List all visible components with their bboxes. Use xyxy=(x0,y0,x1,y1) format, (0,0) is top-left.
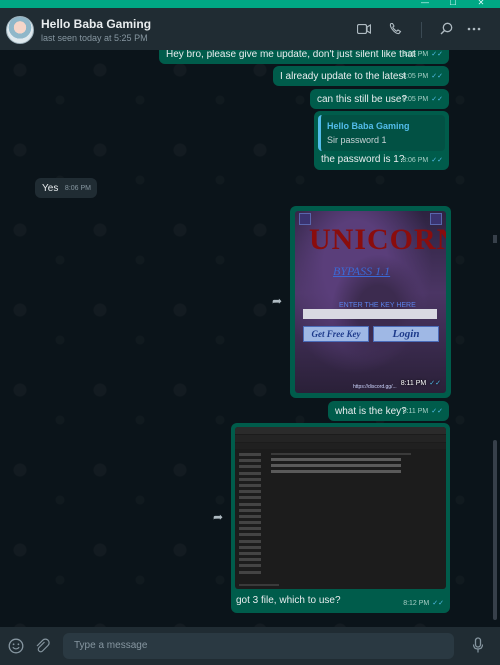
message-meta: 8:06 PM ✓✓ xyxy=(402,154,443,167)
message-meta: 8:05 PM ✓✓ xyxy=(402,70,443,83)
message-time: 8:11 PM xyxy=(402,408,429,415)
read-receipt-icon: ✓✓ xyxy=(431,96,443,103)
image-decoration xyxy=(239,584,279,586)
message-bubble[interactable]: I already update to the latest 8:05 PM ✓✓ xyxy=(273,66,449,86)
quoted-message[interactable]: Hello Baba Gaming Sir password 1 xyxy=(318,115,445,151)
read-receipt-icon: ✓✓ xyxy=(431,408,443,415)
image-key-field xyxy=(303,309,437,319)
chat-header: Hello Baba Gaming last seen today at 5:2… xyxy=(0,8,500,51)
file-explorer-screenshot[interactable] xyxy=(235,427,446,589)
message-text: what is the key? xyxy=(335,406,407,417)
message-input[interactable]: Type a message xyxy=(63,633,454,659)
scrollbar-thumb[interactable] xyxy=(493,440,497,620)
image-caption: got 3 file, which to use? xyxy=(236,595,341,606)
image-message-bubble[interactable]: UNICORN BYPASS 1.1 ENTER THE KEY HERE Ge… xyxy=(290,206,451,398)
message-meta: 8:12 PM ✓✓ xyxy=(403,597,444,610)
video-call-icon[interactable] xyxy=(357,24,371,34)
unicorn-bypass-image[interactable]: UNICORN BYPASS 1.1 ENTER THE KEY HERE Ge… xyxy=(295,211,446,393)
message-bubble[interactable]: can this still be use? 8:05 PM ✓✓ xyxy=(310,89,449,109)
message-time: 8:06 PM xyxy=(402,157,429,164)
image-get-key-button: Get Free Key xyxy=(303,326,369,342)
attach-icon[interactable] xyxy=(35,638,51,654)
emoji-icon[interactable] xyxy=(8,638,24,654)
message-time: 8:05 PM xyxy=(402,96,429,103)
image-link-text: https://discord.gg/... xyxy=(353,384,397,390)
contact-name[interactable]: Hello Baba Gaming xyxy=(41,17,151,31)
message-bubble[interactable]: Hey bro, please give me update, don't ju… xyxy=(159,50,449,64)
message-meta: 8:05 PM ✓✓ xyxy=(402,93,443,106)
mic-icon[interactable] xyxy=(472,637,484,654)
image-message-bubble[interactable]: got 3 file, which to use? 8:12 PM ✓✓ xyxy=(231,423,450,613)
read-receipt-icon: ✓✓ xyxy=(431,73,443,80)
quoted-text: Sir password 1 xyxy=(327,135,387,145)
message-meta: 8:11 PM ✓✓ xyxy=(403,405,443,418)
message-bubble[interactable]: Yes 8:06 PM xyxy=(35,178,97,198)
message-bubble[interactable]: what is the key? 8:11 PM ✓✓ xyxy=(328,401,449,421)
image-decoration xyxy=(235,443,446,449)
message-text: Hey bro, please give me update, don't ju… xyxy=(166,50,416,60)
forward-icon[interactable]: ➦ xyxy=(209,508,227,526)
message-time: 8:12 PM xyxy=(403,600,430,607)
quoted-sender: Hello Baba Gaming xyxy=(327,121,410,131)
image-decoration xyxy=(235,435,446,442)
image-decoration xyxy=(271,453,411,476)
message-meta: 8:06 PM xyxy=(65,182,91,195)
search-icon[interactable] xyxy=(440,22,453,35)
scrollbar-marker xyxy=(493,235,497,243)
maximize-button[interactable]: ☐ xyxy=(448,0,458,7)
read-receipt-icon: ✓✓ xyxy=(432,600,444,607)
chat-area[interactable]: Hey bro, please give me update, don't ju… xyxy=(0,50,490,627)
reply-message-bubble[interactable]: Hello Baba Gaming Sir password 1 the pas… xyxy=(314,111,449,170)
read-receipt-icon: ✓✓ xyxy=(429,380,441,387)
minimize-button[interactable]: — xyxy=(420,0,430,7)
message-time: 8:05 PM xyxy=(402,73,429,80)
message-composer: Type a message xyxy=(0,627,500,665)
message-time: 8:06 PM xyxy=(64,185,91,192)
header-divider xyxy=(421,22,422,38)
image-decoration xyxy=(239,453,265,577)
voice-call-icon[interactable] xyxy=(389,22,402,35)
menu-icon[interactable] xyxy=(467,27,481,31)
contact-status: last seen today at 5:25 PM xyxy=(41,33,148,43)
message-text: I already update to the latest xyxy=(280,71,407,82)
close-window-button[interactable]: ✕ xyxy=(476,0,486,7)
image-subtitle: BYPASS 1.1 xyxy=(333,264,391,278)
read-receipt-icon: ✓✓ xyxy=(431,157,443,164)
read-receipt-icon: ✓✓ xyxy=(431,51,443,58)
forward-icon[interactable]: ➦ xyxy=(268,292,286,310)
message-text: can this still be use? xyxy=(317,94,408,105)
avatar[interactable] xyxy=(6,16,34,44)
message-time: 8:11 PM xyxy=(400,380,427,387)
image-decoration xyxy=(235,427,446,434)
message-text: the password is 1? xyxy=(321,154,405,165)
message-text: Yes xyxy=(42,183,59,194)
message-meta: 8:05 PM ✓✓ xyxy=(402,50,443,61)
image-login-button: Login xyxy=(373,326,439,342)
image-title: UNICORN xyxy=(309,223,446,256)
message-time: 8:05 PM xyxy=(402,51,429,58)
message-meta: 8:11 PM ✓✓ xyxy=(401,377,441,390)
